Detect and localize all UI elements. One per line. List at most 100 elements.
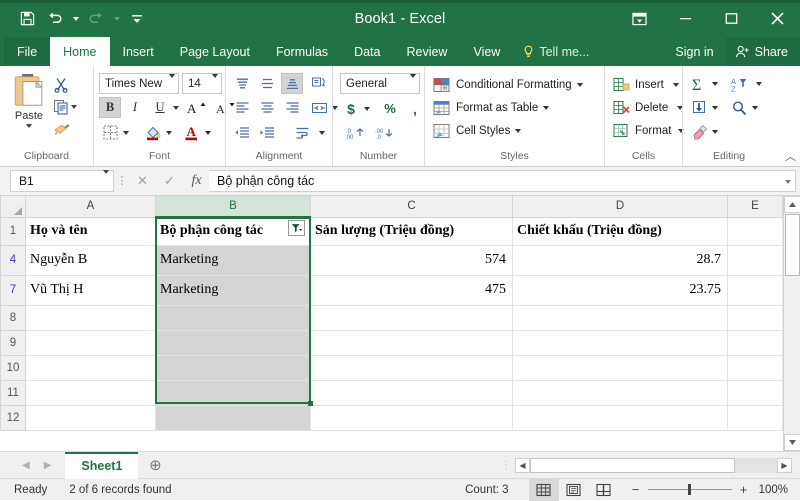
fill-color-split[interactable] xyxy=(142,122,174,143)
align-center-icon[interactable] xyxy=(256,97,278,118)
cell-A10[interactable] xyxy=(26,355,156,380)
align-middle-icon[interactable] xyxy=(256,73,278,94)
close-icon[interactable] xyxy=(754,0,800,37)
cell-A9[interactable] xyxy=(26,330,156,355)
cut-button[interactable] xyxy=(53,75,77,94)
tab-file[interactable]: File xyxy=(4,37,50,66)
row-header-4[interactable]: 4 xyxy=(1,245,26,275)
cell-B9[interactable] xyxy=(156,330,311,355)
formula-bar-expand-icon[interactable] xyxy=(785,171,791,193)
cell-D12[interactable] xyxy=(513,405,728,430)
tell-me-box[interactable]: Tell me... xyxy=(513,37,599,66)
page-break-view-icon[interactable] xyxy=(589,479,619,501)
fill-color-button[interactable] xyxy=(142,122,164,143)
scroll-down-icon[interactable] xyxy=(784,434,800,451)
zoom-thumb[interactable] xyxy=(688,484,691,495)
number-format-combo[interactable]: General xyxy=(340,73,420,94)
sort-filter-dropdown-icon[interactable] xyxy=(754,74,764,95)
increase-decimal-icon[interactable]: .0.00 xyxy=(342,123,368,144)
redo-dropdown-icon[interactable] xyxy=(111,6,122,32)
row-header-8[interactable]: 8 xyxy=(1,305,26,330)
row-header-9[interactable]: 9 xyxy=(1,330,26,355)
insert-cells-button[interactable]: Insert xyxy=(610,74,687,96)
cell-B11[interactable] xyxy=(156,380,311,405)
row-header-7[interactable]: 7 xyxy=(1,275,26,305)
fill-down-icon[interactable] xyxy=(688,98,710,119)
paste-button[interactable]: Paste xyxy=(5,71,53,128)
cell-D4[interactable]: 28.7 xyxy=(513,245,728,275)
column-header-E[interactable]: E xyxy=(728,196,783,217)
borders-button[interactable] xyxy=(99,122,121,143)
cell-E12[interactable] xyxy=(728,405,783,430)
worksheet-grid[interactable]: A B C D E 1 Họ và tên Bộ phận công tác S… xyxy=(0,196,783,451)
autosum-split[interactable]: Σ xyxy=(688,74,720,95)
cell-C8[interactable] xyxy=(311,305,513,330)
tab-formulas[interactable]: Formulas xyxy=(263,37,341,66)
horizontal-scrollbar[interactable]: ◀ ▶ xyxy=(515,457,792,473)
wrap-text-split[interactable] xyxy=(291,122,327,143)
orientation-icon[interactable] xyxy=(308,73,330,94)
cell-C4[interactable]: 574 xyxy=(311,245,513,275)
cell-A4[interactable]: Nguyễn B xyxy=(26,245,156,275)
borders-dropdown-icon[interactable] xyxy=(121,122,131,143)
cell-B10[interactable] xyxy=(156,355,311,380)
cell-B7[interactable]: Marketing xyxy=(156,275,311,305)
autosum-dropdown-icon[interactable] xyxy=(710,74,720,95)
cancel-icon[interactable]: ✕ xyxy=(130,170,155,192)
zoom-out-button[interactable]: − xyxy=(631,482,641,497)
cell-B12[interactable] xyxy=(156,405,311,430)
next-sheet-icon[interactable]: ▶ xyxy=(44,460,52,471)
column-header-D[interactable]: D xyxy=(513,196,728,217)
insert-dropdown-icon[interactable] xyxy=(673,83,679,87)
customize-qat-icon[interactable] xyxy=(124,6,150,32)
clear-icon[interactable] xyxy=(688,122,710,143)
share-button[interactable]: Share xyxy=(726,37,800,66)
tab-page-layout[interactable]: Page Layout xyxy=(167,37,263,66)
format-as-table-dropdown-icon[interactable] xyxy=(543,106,549,110)
undo-icon[interactable] xyxy=(42,6,68,32)
underline-split[interactable]: U xyxy=(149,97,181,118)
format-cells-button[interactable]: Format xyxy=(610,120,687,142)
prev-sheet-icon[interactable]: ◀ xyxy=(22,460,30,471)
undo-dropdown-icon[interactable] xyxy=(70,6,81,32)
tab-data[interactable]: Data xyxy=(341,37,393,66)
name-box[interactable]: B1 xyxy=(10,170,114,192)
format-as-table-button[interactable]: Format as Table xyxy=(430,97,586,119)
fill-dropdown-icon[interactable] xyxy=(710,98,720,119)
cell-A8[interactable] xyxy=(26,305,156,330)
sheet-tab-sheet1[interactable]: Sheet1 xyxy=(65,452,138,479)
font-color-button[interactable]: A xyxy=(181,122,203,143)
filter-dropdown-icon[interactable] xyxy=(288,220,305,236)
formula-input[interactable]: Bộ phận công tác xyxy=(209,170,796,192)
save-icon[interactable] xyxy=(14,6,40,32)
cell-A11[interactable] xyxy=(26,380,156,405)
vertical-scroll-thumb[interactable] xyxy=(785,214,800,276)
cell-E4[interactable] xyxy=(728,245,783,275)
find-select-icon[interactable] xyxy=(728,98,750,119)
comma-format-button[interactable]: , xyxy=(404,98,426,119)
normal-view-icon[interactable] xyxy=(529,479,559,501)
cell-E11[interactable] xyxy=(728,380,783,405)
copy-button[interactable] xyxy=(53,97,77,116)
name-box-dropdown-icon[interactable] xyxy=(103,174,109,188)
clear-dropdown-icon[interactable] xyxy=(710,122,720,143)
increase-indent-icon[interactable] xyxy=(256,122,278,143)
collapse-ribbon-icon[interactable]: ︿ xyxy=(785,148,796,164)
copy-dropdown-icon[interactable] xyxy=(71,105,77,109)
wrap-text-icon[interactable] xyxy=(291,122,317,143)
cell-E8[interactable] xyxy=(728,305,783,330)
align-right-icon[interactable] xyxy=(281,97,303,118)
cell-D10[interactable] xyxy=(513,355,728,380)
sort-filter-icon[interactable]: AZ xyxy=(728,74,754,95)
italic-button[interactable]: I xyxy=(124,97,146,118)
font-size-combo[interactable]: 14 xyxy=(182,73,222,94)
zoom-track[interactable] xyxy=(648,489,732,490)
restore-icon[interactable] xyxy=(708,0,754,37)
row-header-10[interactable]: 10 xyxy=(1,355,26,380)
align-left-icon[interactable] xyxy=(231,97,253,118)
align-top-icon[interactable] xyxy=(231,73,253,94)
insert-function-icon[interactable]: fx xyxy=(184,170,209,192)
decrease-decimal-icon[interactable]: .00.0 xyxy=(371,123,397,144)
scroll-right-icon[interactable]: ▶ xyxy=(777,458,792,473)
page-layout-view-icon[interactable] xyxy=(559,479,589,501)
